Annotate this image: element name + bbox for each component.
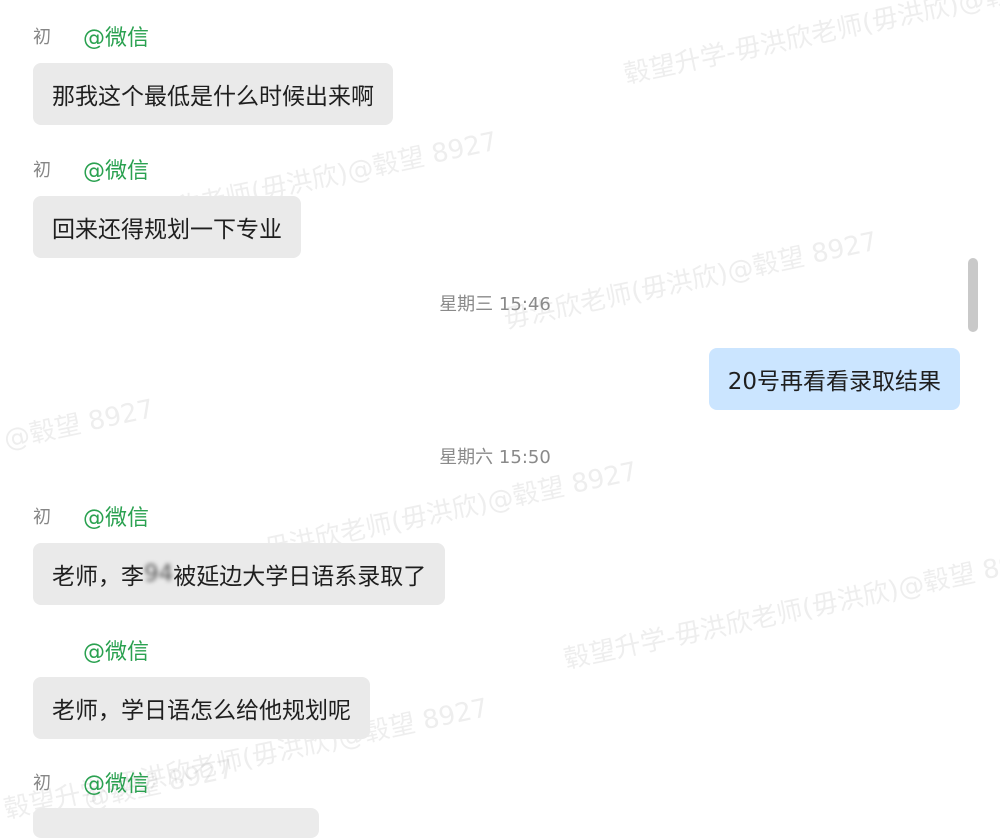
- sender-name: 初: [33, 27, 51, 48]
- message-sender: 初 @微信: [33, 766, 149, 798]
- sender-name: 初: [33, 160, 51, 181]
- message-text-suffix: 被延边大学日语系录取了: [173, 564, 427, 590]
- sender-platform: @微信: [83, 26, 150, 51]
- message-text: 那我这个最低是什么时候出来啊: [52, 84, 374, 110]
- message-text: 20号再看看录取结果: [727, 369, 941, 395]
- incoming-message-bubble[interactable]: 老师，李 94 被延边大学日语系录取了: [33, 543, 446, 605]
- watermark: 毋洪欣老师(毋洪欣)@毂望 8927: [501, 226, 880, 336]
- timestamp-divider: 星期三 15:46: [439, 294, 551, 315]
- scrollbar-thumb[interactable]: [968, 258, 978, 332]
- sender-platform: @微信: [83, 159, 150, 184]
- message-sender: 初 @微信: [33, 153, 149, 185]
- message-sender: 初 @微信: [33, 500, 149, 532]
- incoming-message-bubble[interactable]: 回来还得规划一下专业: [33, 196, 301, 258]
- watermark: 毂望升学-毋洪欣老师(毋洪欣)@毂望 8927: [561, 543, 1000, 676]
- sender-name: 初: [33, 773, 51, 794]
- timestamp-divider: 星期六 15:50: [439, 447, 551, 468]
- message-sender: @微信: [33, 634, 149, 666]
- incoming-message-bubble[interactable]: 老师，学日语怎么给他规划呢: [33, 677, 370, 739]
- redacted-name: 94: [144, 561, 174, 587]
- sender-platform: @微信: [83, 506, 150, 531]
- outgoing-message-bubble[interactable]: 20号再看看录取结果: [708, 348, 960, 410]
- sender-platform: @微信: [83, 772, 150, 797]
- message-text-prefix: 老师，李: [52, 564, 144, 590]
- incoming-message-bubble[interactable]: 那我这个最低是什么时候出来啊: [33, 63, 393, 125]
- watermark: 毂望升学-毋洪欣老师(毋洪欣)@毂望 8927: [621, 0, 1000, 91]
- sender-name: 初: [33, 507, 51, 528]
- incoming-message-bubble[interactable]: [33, 808, 319, 838]
- sender-platform: @微信: [83, 640, 150, 665]
- message-text: 回来还得规划一下专业: [52, 217, 282, 243]
- chat-window: 毂望升学-毋洪欣老师(毋洪欣)@毂望 8927 毋洪欣老师(毋洪欣)@毂望 89…: [0, 0, 1000, 838]
- message-sender: 初 @微信: [33, 20, 149, 52]
- message-text: 老师，学日语怎么给他规划呢: [52, 698, 351, 724]
